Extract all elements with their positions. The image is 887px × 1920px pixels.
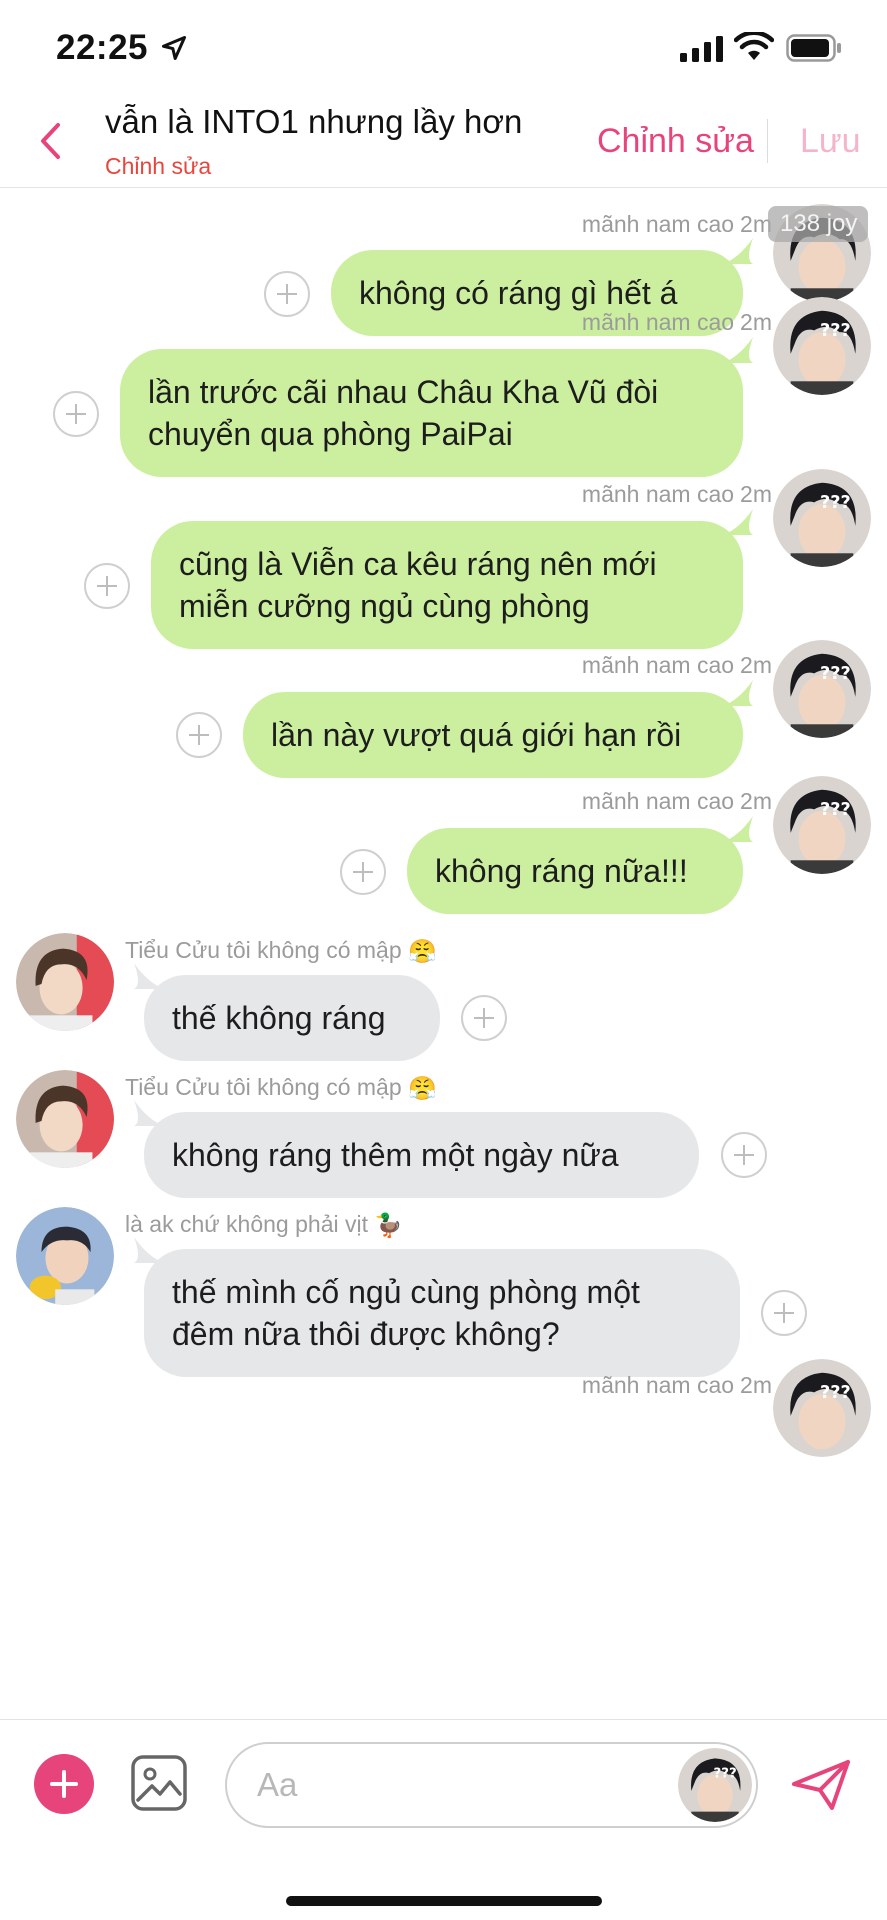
edit-button[interactable]: Chỉnh sửa — [597, 122, 754, 161]
message-text: cũng là Viễn ca kêu ráng nên mới miễn cưỡ… — [179, 546, 657, 624]
message-text: lần trước cãi nhau Châu Kha Vũ đòi chuyển… — [148, 374, 659, 452]
add-reaction-button[interactable] — [84, 563, 130, 609]
message-bubble[interactable]: lần trước cãi nhau Châu Kha Vũ đòi chuyển… — [120, 337, 753, 477]
bubble-tail — [723, 238, 753, 264]
plus-icon[interactable] — [34, 1754, 94, 1814]
battery-icon — [786, 34, 841, 62]
bubble-tail — [723, 680, 753, 706]
image-icon[interactable] — [130, 1754, 188, 1812]
home-indicator — [286, 1896, 602, 1906]
angry-face-icon: 😤 — [408, 938, 437, 965]
message-sender: mãnh nam cao 2m — [581, 1372, 772, 1398]
watermark: 138 joy — [768, 206, 868, 242]
message-bubble[interactable]: không ráng nữa!!! — [407, 816, 753, 914]
add-reaction-button[interactable] — [264, 271, 310, 317]
sticker-avatar-button[interactable]: ??? — [678, 1748, 752, 1822]
chevron-left-icon — [41, 123, 60, 159]
message-sender: là ak chứ không phải vịt 🦆 — [125, 1211, 404, 1239]
bubble-tail — [723, 509, 753, 535]
message-text: lần này vượt quá giới hạn rồi — [271, 717, 682, 753]
message-text: thế không ráng — [172, 1000, 386, 1036]
message-sender: mãnh nam cao 2m — [581, 211, 772, 237]
message-composer: Aa ??? — [0, 1719, 887, 1920]
back-button[interactable] — [30, 117, 70, 165]
svg-text:???: ??? — [820, 321, 851, 341]
message-input[interactable]: Aa ??? — [225, 1742, 758, 1828]
cellular-signal-icon — [680, 36, 723, 62]
message-text: không có ráng gì hết á — [359, 275, 678, 311]
avatar[interactable] — [16, 1070, 114, 1168]
message-bubble[interactable]: thế không ráng — [134, 963, 440, 1061]
message-bubble[interactable]: cũng là Viễn ca kêu ráng nên mới miễn cưỡ… — [151, 509, 753, 649]
chat-subtitle[interactable]: Chỉnh sửa — [105, 153, 211, 180]
location-arrow-icon — [161, 35, 187, 61]
status-time: 22:25 — [56, 28, 149, 67]
message-list[interactable]: mãnh nam cao 2m 138 joy không có ráng gì … — [0, 189, 887, 1719]
add-reaction-button[interactable] — [721, 1132, 767, 1178]
message-sender: mãnh nam cao 2m — [581, 309, 772, 335]
wifi-icon — [734, 32, 774, 60]
message-bubble[interactable]: thế mình cố ngủ cùng phòng một đêm nữa th… — [134, 1237, 740, 1377]
message-sender: mãnh nam cao 2m — [581, 788, 772, 814]
chat-title: vẫn là INTO1 nhưng lầy hơn — [105, 103, 523, 140]
message-sender: Tiểu Cửu tôi không có mập 😤 — [125, 1074, 437, 1102]
save-button[interactable]: Lưu — [800, 122, 861, 161]
add-reaction-button[interactable] — [761, 1290, 807, 1336]
avatar[interactable]: ??? — [773, 469, 871, 567]
avatar[interactable]: ??? — [773, 297, 871, 395]
add-reaction-button[interactable] — [461, 995, 507, 1041]
bubble-tail — [134, 1237, 164, 1263]
message-bubble[interactable]: không ráng thêm một ngày nữa — [134, 1100, 699, 1198]
bubble-tail — [134, 963, 164, 989]
duck-icon: 🦆 — [374, 1212, 404, 1239]
message-sender: mãnh nam cao 2m — [581, 481, 772, 507]
add-reaction-button[interactable] — [340, 849, 386, 895]
message-sender: mãnh nam cao 2m — [581, 652, 772, 678]
message-sender: Tiểu Cửu tôi không có mập 😤 — [125, 937, 437, 965]
bubble-tail — [134, 1100, 164, 1126]
message-text: không ráng nữa!!! — [435, 853, 688, 889]
send-icon[interactable] — [790, 1758, 852, 1812]
avatar[interactable]: ??? — [773, 776, 871, 874]
svg-text:???: ??? — [820, 800, 851, 820]
message-input-placeholder: Aa — [257, 1766, 298, 1803]
bubble-tail — [723, 816, 753, 842]
status-bar: 22:25 — [0, 0, 887, 95]
message-text: thế mình cố ngủ cùng phòng một đêm nữa th… — [172, 1274, 640, 1352]
avatar[interactable] — [16, 1207, 114, 1305]
svg-text:???: ??? — [820, 493, 851, 513]
message-bubble[interactable]: lần này vượt quá giới hạn rồi — [243, 680, 753, 778]
message-text: không ráng thêm một ngày nữa — [172, 1137, 619, 1173]
avatar[interactable]: ??? — [773, 1359, 871, 1457]
svg-text:???: ??? — [820, 664, 851, 684]
bubble-tail — [723, 337, 753, 363]
avatar[interactable]: ??? — [773, 640, 871, 738]
header-divider — [767, 119, 768, 163]
svg-text:???: ??? — [820, 1383, 851, 1403]
angry-face-icon: 😤 — [408, 1075, 437, 1102]
add-reaction-button[interactable] — [53, 391, 99, 437]
svg-text:???: ??? — [714, 1767, 737, 1782]
chat-header: vẫn là INTO1 nhưng lầy hơn Chỉnh sửa Chỉ… — [0, 95, 887, 188]
add-reaction-button[interactable] — [176, 712, 222, 758]
avatar[interactable] — [16, 933, 114, 1031]
